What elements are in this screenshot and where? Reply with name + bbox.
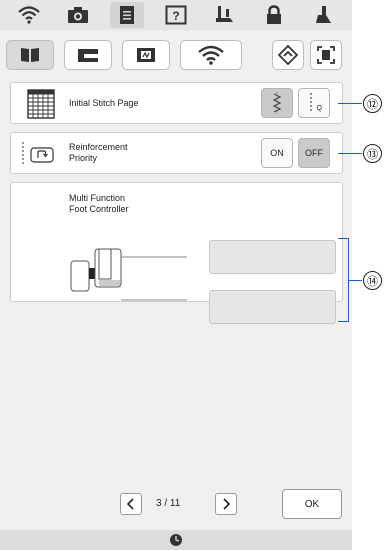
foot-controller-assign-2[interactable]: [209, 290, 336, 324]
screen-icon: [317, 46, 335, 64]
reinforcement-label: Reinforcement Priority: [69, 142, 128, 164]
lock-tab[interactable]: [257, 2, 291, 28]
category-bar: [6, 36, 346, 74]
initial-stitch-q-button[interactable]: Q: [298, 88, 330, 118]
wifi-tab[interactable]: [12, 2, 46, 28]
sewing-settings-button[interactable]: [6, 40, 54, 70]
callout-12-line: [338, 103, 362, 104]
machine-settings-icon: [78, 49, 98, 62]
callout-14-bracket: [338, 238, 349, 322]
page-indicator: 3 / 11: [156, 498, 181, 509]
reinforcement-icon: [22, 142, 54, 166]
document-icon: [119, 6, 134, 24]
embroidery-settings-icon: [137, 48, 155, 62]
reinforcement-row: Reinforcement Priority ON OFF: [10, 132, 343, 174]
callout-13-line: [338, 153, 362, 154]
reinforcement-off-button[interactable]: OFF: [298, 138, 330, 168]
initial-stitch-zigzag-button[interactable]: [261, 88, 293, 118]
help-mark: ?: [172, 9, 179, 23]
reinforcement-label-line2: Priority: [69, 153, 98, 163]
camera-tab[interactable]: [61, 2, 95, 28]
lock-icon: [267, 5, 282, 24]
settings-page-tab[interactable]: [109, 2, 144, 28]
reinforcement-label-line1: Reinforcement: [69, 142, 128, 152]
settings-screen: ? Initial Stitch Page Q Reinforcement Pr…: [0, 0, 352, 550]
help-tab[interactable]: ?: [159, 2, 193, 28]
callout-14: ⑭: [363, 271, 382, 290]
initial-stitch-label: Initial Stitch Page: [69, 98, 139, 108]
reinforcement-on-button[interactable]: ON: [261, 138, 293, 168]
foot-controller-row: Multi Function Foot Controller: [10, 182, 343, 324]
stitch-grid-icon: [27, 89, 55, 119]
foot-controller-label-line1: Multi Function: [69, 193, 126, 203]
sewing-settings-icon: [21, 48, 39, 62]
diamond-arrow-icon: [278, 45, 298, 65]
wlan-settings-button[interactable]: [180, 40, 242, 70]
foot-controller-label: Multi Function Foot Controller: [69, 193, 129, 215]
wlan-icon: [198, 45, 224, 65]
presser-foot-tab[interactable]: [306, 2, 340, 28]
top-tab-bar: ?: [0, 0, 352, 30]
callout-13: ⑬: [363, 144, 382, 163]
sewing-foot-icon: [216, 6, 234, 22]
foot-controller-label-line2: Foot Controller: [69, 204, 129, 214]
screen-capture-button[interactable]: [310, 40, 342, 70]
sewing-foot-tab[interactable]: [208, 2, 242, 28]
page-prev-button[interactable]: [120, 493, 142, 515]
page-next-button[interactable]: [215, 493, 237, 515]
callout-14-line: [349, 280, 362, 281]
status-bar: [0, 530, 352, 550]
chevron-left-icon: [126, 498, 134, 510]
zigzag-stitch-icon: [272, 92, 282, 114]
foot-controller-assign-1[interactable]: [209, 240, 336, 274]
chevron-right-icon: [223, 498, 231, 510]
machine-settings-button[interactable]: [64, 40, 112, 70]
callout-12: ⑫: [363, 94, 382, 113]
help-icon: ?: [165, 5, 187, 25]
clock-icon: [170, 534, 182, 546]
camera-icon: [67, 7, 88, 23]
q-label: Q: [316, 105, 322, 112]
ok-button[interactable]: OK: [282, 489, 342, 519]
foot-controller-diagram: [70, 248, 187, 301]
wifi-icon: [17, 6, 40, 24]
embroidery-settings-button[interactable]: [122, 40, 170, 70]
reset-settings-button[interactable]: [272, 40, 304, 70]
presser-foot-icon: [316, 6, 332, 23]
initial-stitch-row: Initial Stitch Page Q: [10, 82, 343, 124]
